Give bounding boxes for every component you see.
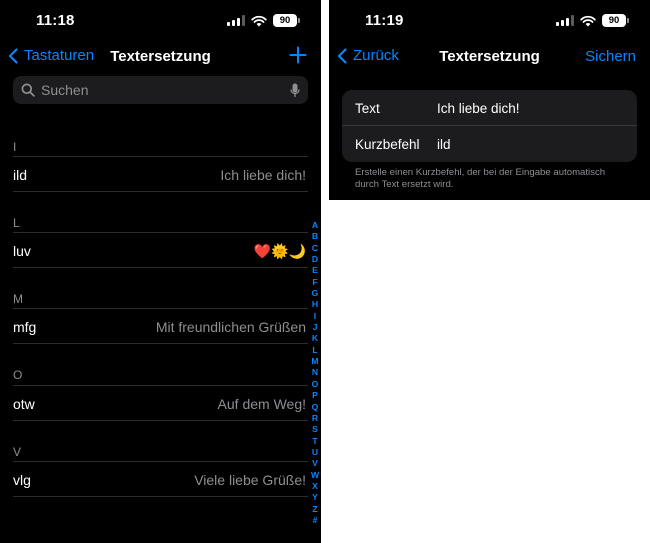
search-icon	[21, 83, 35, 97]
shortcut-field-row[interactable]: Kurzbefehl ild	[342, 126, 637, 162]
section-index-letter[interactable]: Z	[312, 504, 317, 515]
replacement-form: Text Ich liebe dich! Kurzbefehl ild	[342, 90, 637, 162]
battery-icon: 90	[273, 14, 300, 27]
row-phrase: Auf dem Weg!	[217, 396, 306, 412]
back-label: Zurück	[353, 47, 399, 64]
section-index-letter[interactable]: G	[312, 288, 319, 299]
status-time: 11:19	[365, 12, 404, 29]
section-header: L	[13, 216, 20, 230]
section-index-letter[interactable]: D	[312, 254, 318, 265]
row-phrase: Ich liebe dich!	[220, 167, 306, 183]
section-index-letter[interactable]: P	[312, 390, 318, 401]
row-shortcut: vlg	[13, 472, 31, 488]
shortcut-label: Kurzbefehl	[355, 137, 420, 152]
section-index-letter[interactable]: S	[312, 424, 318, 435]
row-shortcut: luv	[13, 243, 31, 259]
section-index-letter[interactable]: X	[312, 481, 318, 492]
section-index-letter[interactable]: H	[312, 299, 318, 310]
replacement-row[interactable]: otw Auf dem Weg!	[13, 385, 308, 421]
plus-icon[interactable]	[289, 46, 307, 64]
back-label: Tastaturen	[24, 47, 95, 64]
section-index-letter[interactable]: V	[312, 458, 318, 469]
replacement-row[interactable]: luv ❤️🌞🌙	[13, 232, 308, 268]
back-button[interactable]: Zurück	[337, 47, 399, 64]
navigation-bar: Zurück Textersetzung Sichern	[329, 40, 650, 74]
microphone-icon[interactable]	[290, 83, 300, 98]
section-index-letter[interactable]: O	[312, 379, 319, 390]
section-header: V	[13, 445, 22, 459]
section-index-letter[interactable]: #	[313, 515, 318, 526]
section-index-letter[interactable]: C	[312, 243, 318, 254]
row-phrase: Viele liebe Grüße!	[194, 472, 306, 488]
back-button[interactable]: Tastaturen	[8, 47, 94, 64]
section-index-letter[interactable]: A	[312, 220, 318, 231]
text-field[interactable]: Ich liebe dich!	[437, 101, 520, 116]
section-index-letter[interactable]: N	[312, 367, 318, 378]
section-index[interactable]: A B C D E F G H I J K L M N O P Q R S T U V W X Y Z #	[309, 220, 321, 526]
section-index-letter[interactable]: M	[311, 356, 318, 367]
section-index-letter[interactable]: B	[312, 231, 318, 242]
wifi-icon	[251, 15, 267, 26]
status-bar: 11:18 90	[0, 0, 321, 44]
row-shortcut: otw	[13, 396, 35, 412]
section-index-letter[interactable]: K	[312, 333, 318, 344]
section-index-letter[interactable]: W	[311, 470, 319, 481]
row-shortcut: mfg	[13, 319, 37, 335]
search-bar[interactable]	[13, 76, 308, 104]
shortcut-field[interactable]: ild	[437, 137, 451, 152]
row-phrase: ❤️🌞🌙	[253, 243, 306, 259]
section-index-letter[interactable]: E	[312, 265, 318, 276]
status-bar: 11:19 90	[329, 0, 650, 44]
section-header: I	[13, 140, 17, 154]
battery-icon: 90	[602, 14, 629, 27]
replacement-row[interactable]: ild Ich liebe dich!	[13, 156, 308, 192]
row-phrase: Mit freundlichen Grüßen	[155, 319, 306, 335]
edit-replacement-screen: 11:19 90 Zurück Textersetzung Sichern Te…	[329, 0, 650, 200]
cellular-signal-icon	[227, 15, 245, 26]
section-index-letter[interactable]: F	[312, 277, 317, 288]
row-shortcut: ild	[13, 167, 28, 183]
section-index-letter[interactable]: J	[313, 322, 318, 333]
text-replacement-list-screen: 11:18 90 Tastaturen Textersetzung Suchen…	[0, 0, 321, 543]
section-index-letter[interactable]: L	[312, 345, 317, 356]
chevron-left-icon	[337, 47, 347, 64]
wifi-icon	[580, 15, 596, 26]
status-time: 11:18	[36, 12, 75, 29]
section-index-letter[interactable]: Q	[312, 402, 319, 413]
text-label: Text	[355, 101, 380, 116]
section-index-letter[interactable]: U	[312, 447, 318, 458]
chevron-left-icon	[8, 47, 18, 64]
navigation-bar: Tastaturen Textersetzung	[0, 40, 321, 74]
section-header: M	[13, 292, 23, 306]
section-index-letter[interactable]: Y	[312, 492, 318, 503]
section-index-letter[interactable]: I	[314, 311, 316, 322]
text-field-row[interactable]: Text Ich liebe dich!	[342, 90, 637, 126]
form-footer-note: Erstelle einen Kurzbefehl, der bei der E…	[355, 167, 606, 190]
section-index-letter[interactable]: T	[312, 436, 317, 447]
cellular-signal-icon	[556, 15, 574, 26]
section-index-letter[interactable]: R	[312, 413, 318, 424]
replacement-row[interactable]: vlg Viele liebe Grüße!	[13, 461, 308, 497]
search-input[interactable]	[41, 82, 290, 98]
save-button[interactable]: Sichern	[585, 48, 636, 65]
section-header: O	[13, 368, 23, 382]
replacement-row[interactable]: mfg Mit freundlichen Grüßen	[13, 308, 308, 344]
